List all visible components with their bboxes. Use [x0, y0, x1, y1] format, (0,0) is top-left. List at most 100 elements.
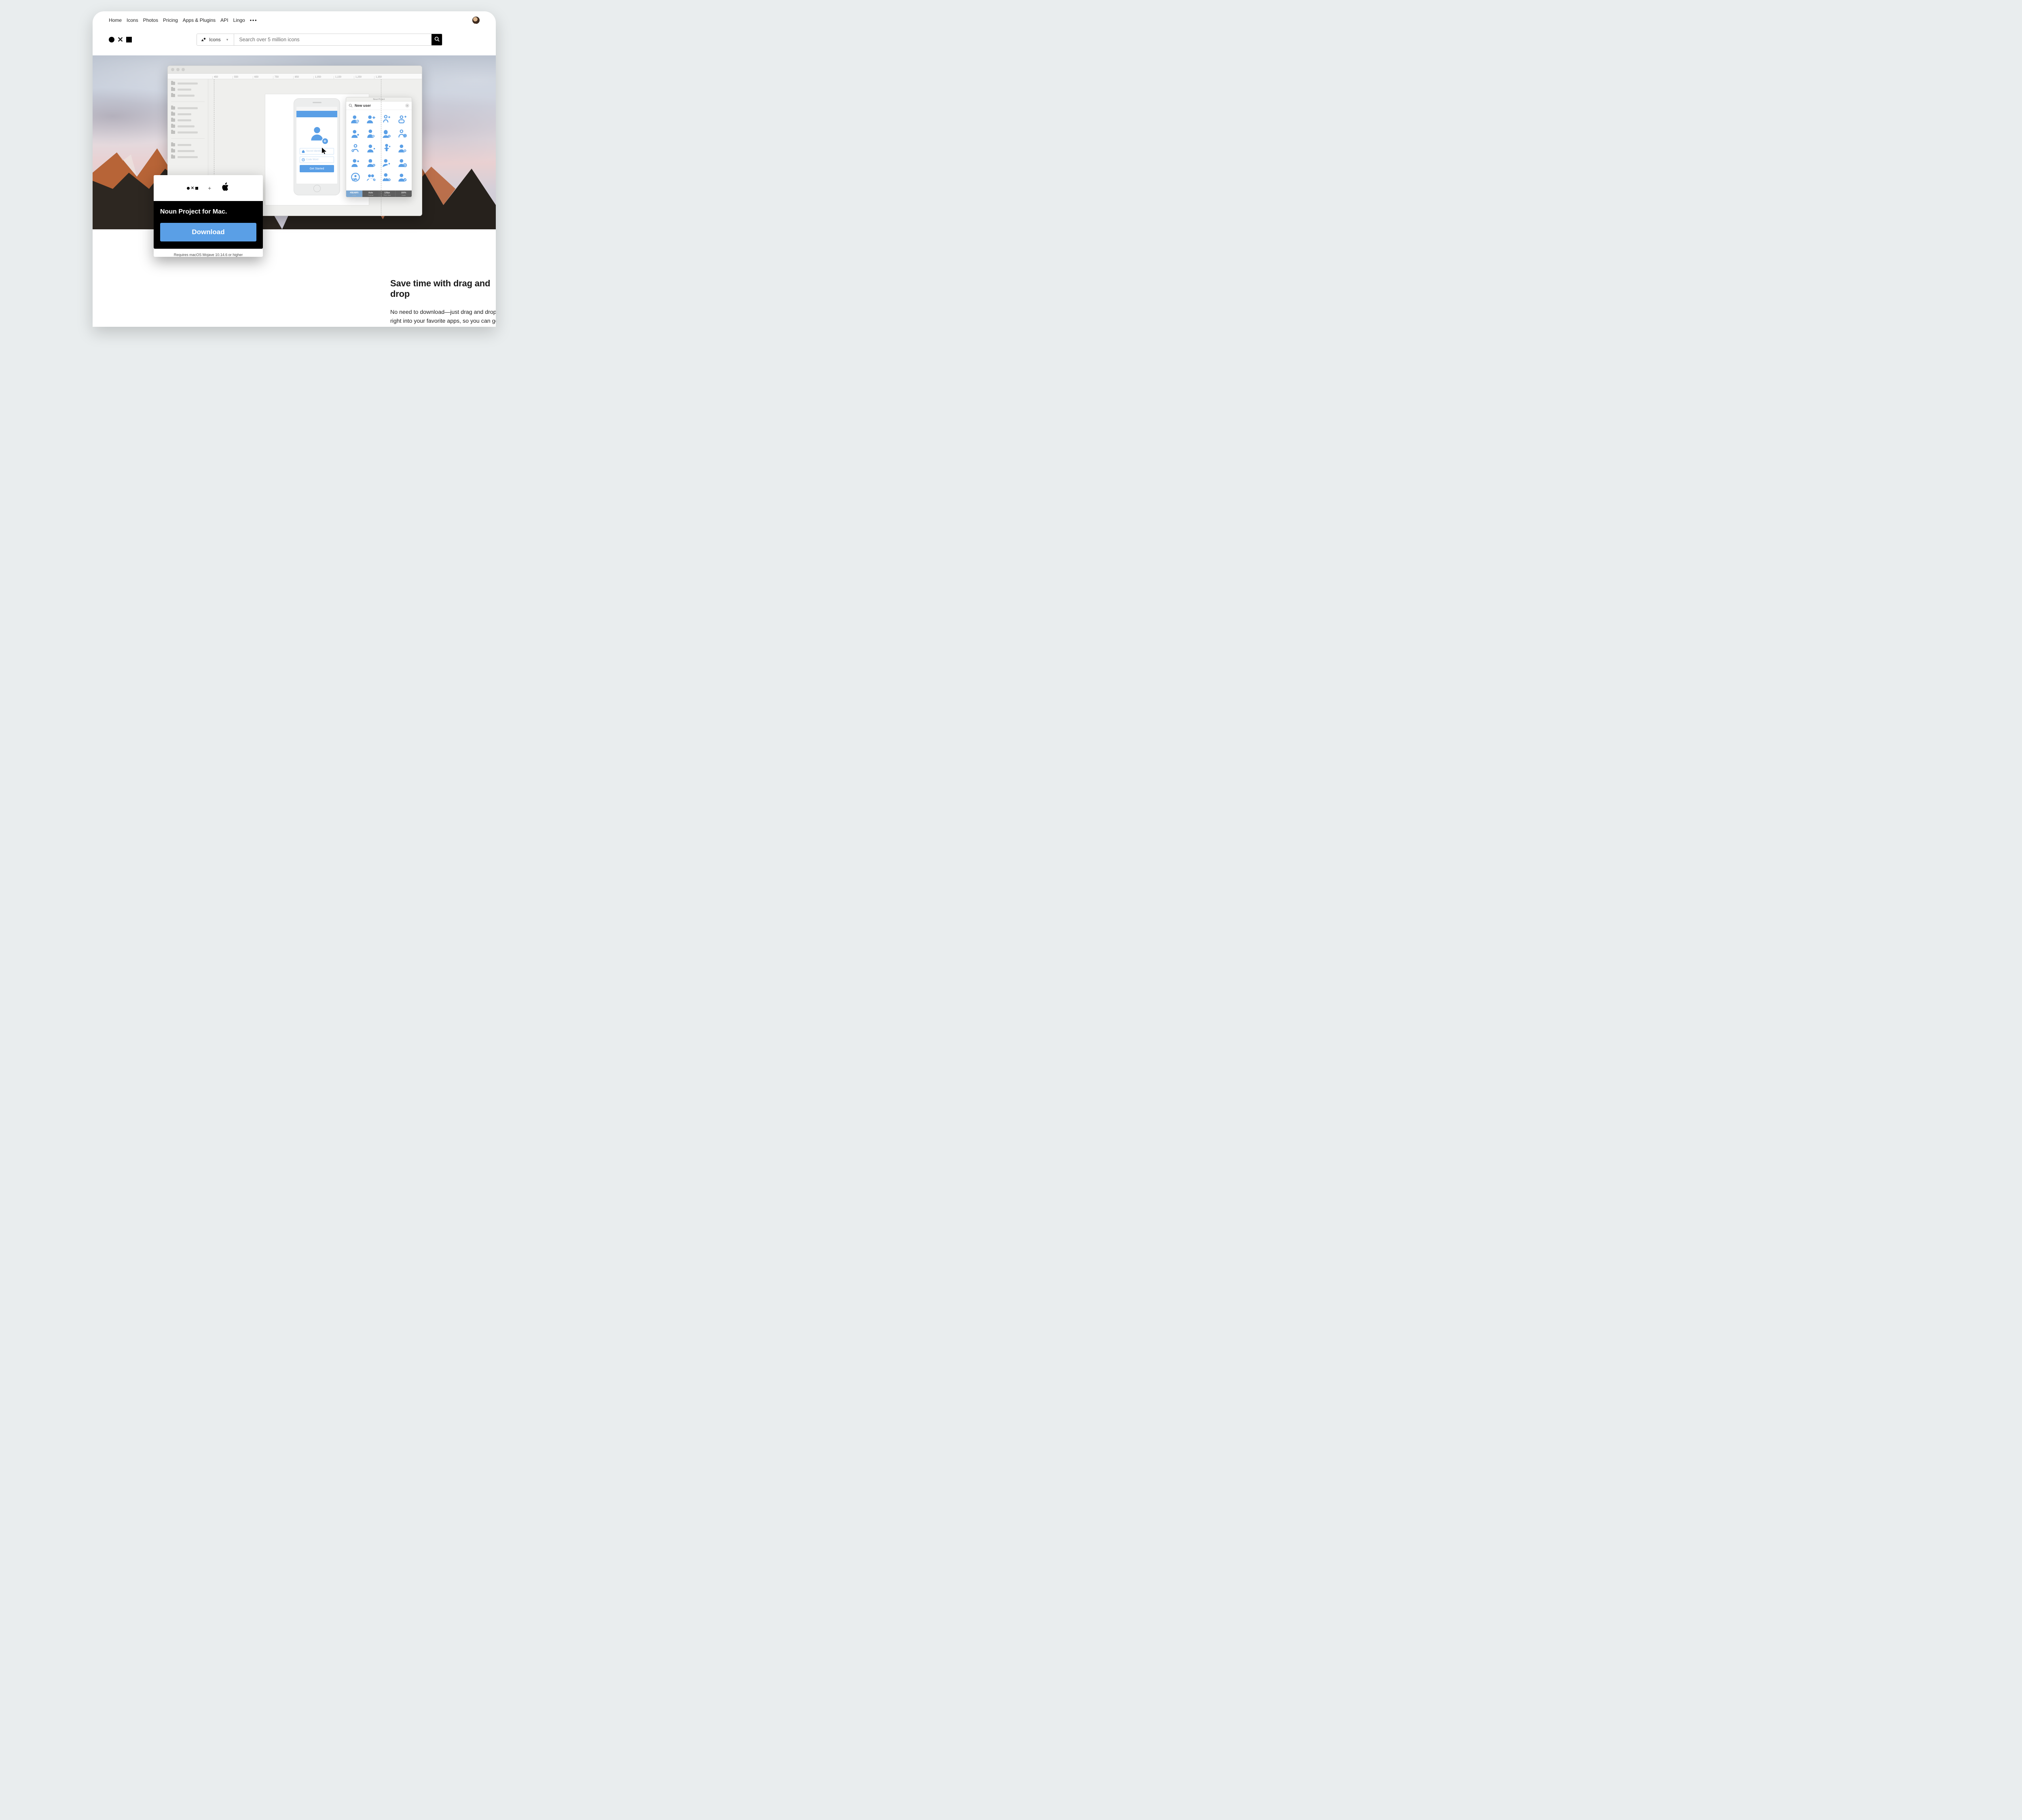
traffic-dot-icon — [182, 68, 185, 71]
search-input[interactable] — [234, 34, 431, 45]
icon-grid — [346, 110, 412, 186]
ruler-tick: 1,150 — [334, 76, 354, 79]
ruler: 450 550 650 750 850 1,050 1,150 1,250 1,… — [168, 74, 422, 79]
user-icon — [348, 112, 364, 126]
plus-badge-icon: + — [321, 138, 329, 145]
user-icon — [379, 170, 395, 184]
shapes-icon — [201, 37, 206, 42]
layer-placeholder — [178, 156, 198, 158]
folder-icon — [171, 125, 175, 128]
layer-placeholder — [178, 89, 191, 91]
clear-icon: × — [405, 104, 409, 108]
ruler-tick: 1,250 — [354, 76, 374, 79]
ruler-tick: 1,050 — [313, 76, 334, 79]
layer-placeholder — [178, 95, 195, 97]
user-icon — [395, 141, 410, 155]
nav-pricing[interactable]: Pricing — [163, 17, 178, 23]
layer-placeholder — [178, 131, 198, 133]
logo-x-icon: ✕ — [117, 37, 123, 42]
layer-placeholder — [178, 144, 191, 146]
download-requirement: Requires macOS Mojave 10.14.6 or higher — [154, 253, 263, 257]
phone-mockup: + Secret Identity — [294, 98, 340, 195]
target-icon — [302, 158, 305, 161]
picker-search: New user × — [346, 102, 412, 110]
nav-photos[interactable]: Photos — [143, 17, 158, 23]
picker-format-segment: AutoFormat — [363, 190, 379, 197]
phone-speaker-icon — [313, 102, 321, 103]
folder-icon — [171, 106, 175, 110]
new-user-avatar-icon: + — [305, 121, 330, 146]
download-card-bottom: Noun Project for Mac. Download — [154, 201, 263, 249]
user-icon — [395, 126, 410, 141]
search-bar: Icons ▾ — [197, 34, 442, 46]
user-icon — [379, 126, 395, 141]
traffic-dot-icon — [176, 68, 180, 71]
picker-titlebar: Noun Project — [346, 97, 412, 102]
icon-picker-panel: Noun Project New user × — [346, 97, 412, 197]
home-button-icon — [313, 185, 321, 192]
download-title: Noun Project for Mac. — [160, 208, 256, 216]
search-button[interactable] — [431, 34, 442, 45]
picker-color-segment: #5EA8F5Color — [346, 190, 363, 197]
layer-placeholder — [178, 113, 191, 115]
download-card-top: ✕ + — [154, 175, 263, 201]
nav-home[interactable]: Home — [109, 17, 122, 23]
feature-heading: Save time with drag and drop — [390, 278, 496, 299]
user-icon — [348, 141, 364, 155]
nav-icons[interactable]: Icons — [127, 17, 138, 23]
search-icon — [434, 36, 440, 43]
layer-placeholder — [178, 107, 198, 109]
ruler-tick: 750 — [273, 76, 293, 79]
user-icon — [395, 112, 410, 126]
picker-footer: #5EA8F5Color AutoFormat 128pxPNG Size 10… — [346, 190, 412, 197]
logo-circle-icon — [109, 37, 114, 42]
window-traffic-lights — [168, 66, 422, 74]
browser-window: Home Icons Photos Pricing Apps & Plugins… — [93, 11, 496, 327]
nav-apps[interactable]: Apps & Plugins — [183, 17, 216, 23]
picker-search-value: New user — [355, 104, 403, 108]
user-icon — [348, 155, 364, 170]
nav-more-icon[interactable]: ••• — [250, 18, 258, 23]
house-icon — [302, 150, 305, 153]
user-avatar-icon[interactable] — [472, 17, 480, 24]
logo-square-icon — [126, 37, 132, 42]
nounproject-logo-icon: ✕ — [187, 186, 198, 190]
nav-lingo[interactable]: Lingo — [233, 17, 245, 23]
user-icon — [348, 126, 364, 141]
folder-icon — [171, 119, 175, 122]
cursor-icon — [321, 147, 327, 154]
user-icon — [379, 141, 395, 155]
site-logo[interactable]: ✕ — [109, 37, 132, 42]
layer-placeholder — [178, 83, 198, 85]
status-bar — [296, 107, 337, 111]
user-icon — [364, 141, 379, 155]
ruler-tick: 450 — [212, 76, 233, 79]
nav-api[interactable]: API — [220, 17, 228, 23]
folder-icon — [171, 112, 175, 116]
feature-body: No need to download—just drag and drop i… — [390, 308, 496, 327]
user-icon — [364, 155, 379, 170]
folder-icon — [171, 155, 175, 159]
folder-icon — [171, 131, 175, 134]
get-started-button: Get Started — [300, 165, 334, 172]
traffic-dot-icon — [171, 68, 174, 71]
ruler-tick: 550 — [233, 76, 253, 79]
top-nav: Home Icons Photos Pricing Apps & Plugins… — [93, 11, 496, 28]
layer-placeholder — [178, 119, 191, 121]
ruler-tick: 1,350 — [374, 76, 394, 79]
folder-icon — [171, 82, 175, 85]
form-field-identity: Secret Identity — [300, 148, 334, 154]
user-icon — [348, 170, 364, 184]
layer-placeholder — [178, 125, 195, 127]
download-button[interactable]: Download — [160, 223, 256, 241]
user-icon — [364, 126, 379, 141]
folder-icon — [171, 88, 175, 91]
chevron-down-icon: ▾ — [226, 38, 228, 42]
user-icon — [379, 112, 395, 126]
search-icon — [349, 104, 353, 108]
ruler-tick: 650 — [253, 76, 273, 79]
search-filter-label: Icons — [209, 37, 221, 42]
feature-block: Save time with drag and drop No need to … — [390, 278, 496, 327]
search-filter-dropdown[interactable]: Icons ▾ — [197, 34, 234, 45]
folder-icon — [171, 143, 175, 146]
